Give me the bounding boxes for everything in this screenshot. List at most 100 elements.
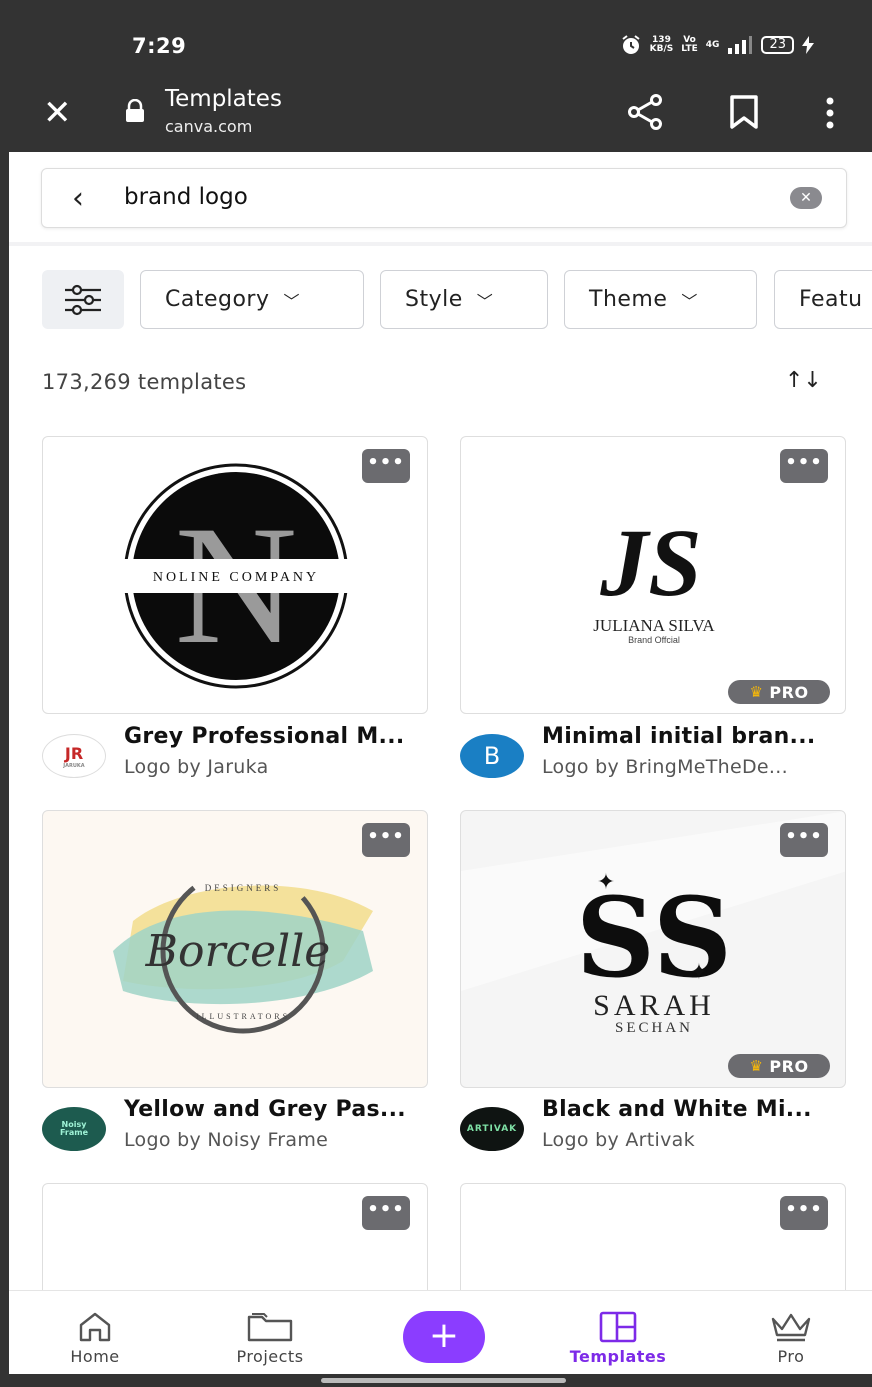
- filter-settings-button[interactable]: [42, 270, 124, 329]
- preview-top-text: DESIGNERS: [205, 883, 282, 893]
- app-screen: 7:29 139 KB/S Vo LTE 4G 23 ✕ Templates can…: [9, 0, 872, 1387]
- template-meta: Noisy Frame Yellow and Grey Pas... Logo …: [42, 1097, 428, 1155]
- sliders-icon: [65, 284, 101, 315]
- template-author[interactable]: Logo by Jaruka: [124, 756, 269, 778]
- sparkle-icon: ✦: [690, 960, 708, 985]
- pro-badge: ♛ PRO: [728, 680, 830, 704]
- avatar-text: JR: [64, 743, 84, 763]
- results-count: 173,269 templates: [42, 370, 247, 394]
- share-icon[interactable]: [625, 92, 665, 132]
- template-author[interactable]: Logo by Artivak: [542, 1129, 695, 1151]
- gesture-bar: [9, 1374, 872, 1387]
- nav-home[interactable]: Home: [55, 1291, 135, 1375]
- signal-type: 4G: [705, 39, 720, 50]
- page-title: Templates: [165, 86, 282, 112]
- template-meta: ARTIVAK Black and White Mi... Logo by Ar…: [460, 1097, 846, 1155]
- filter-style[interactable]: Style ﹀: [380, 270, 548, 329]
- preview-text: Borcelle: [145, 926, 331, 977]
- pro-label: PRO: [769, 682, 809, 702]
- nav-templates[interactable]: Templates: [563, 1291, 673, 1375]
- status-bar: 7:29 139 KB/S Vo LTE 4G 23: [9, 0, 872, 80]
- search-area: ‹ brand logo ✕: [9, 152, 872, 246]
- back-icon[interactable]: ‹: [72, 181, 84, 216]
- volte-bottom: LTE: [681, 44, 698, 54]
- filter-category-label: Category: [165, 287, 270, 312]
- create-design-button[interactable]: +: [403, 1311, 485, 1363]
- bookmark-icon[interactable]: [727, 94, 761, 130]
- crown-icon: ♛: [749, 1057, 764, 1075]
- browser-toolbar: ✕ Templates canva.com: [9, 80, 872, 152]
- preview-text: SARAH: [593, 989, 715, 1022]
- template-card[interactable]: DESIGNERS Borcelle ILLUSTRATORS •••: [42, 810, 428, 1088]
- template-title[interactable]: Yellow and Grey Pas...: [124, 1097, 406, 1122]
- author-avatar[interactable]: ARTIVAK: [460, 1107, 524, 1151]
- search-query[interactable]: brand logo: [124, 184, 248, 210]
- card-menu-button[interactable]: •••: [362, 823, 410, 857]
- chevron-down-icon: ﹀: [283, 291, 301, 311]
- template-author[interactable]: Logo by BringMeTheDe...: [542, 756, 788, 778]
- status-icons: 139 KB/S Vo LTE 4G 23: [620, 34, 814, 56]
- sparkle-icon: ✦: [597, 870, 615, 895]
- preview-letter: JS: [599, 509, 701, 616]
- template-meta: JR JARUKA Grey Professional M... Logo by …: [42, 724, 428, 782]
- pro-label: PRO: [769, 1056, 809, 1076]
- alarm-icon: [622, 35, 640, 54]
- preview-subtext: Brand Offcial: [628, 635, 680, 645]
- folder-icon: [247, 1313, 293, 1342]
- template-card[interactable]: SS ✦ ✦ SARAH SECHAN ••• ♛ PRO: [460, 810, 846, 1088]
- author-avatar[interactable]: Noisy Frame: [42, 1107, 106, 1151]
- templates-icon: [599, 1311, 637, 1343]
- card-menu-button[interactable]: •••: [780, 823, 828, 857]
- nav-home-label: Home: [70, 1347, 120, 1366]
- close-icon[interactable]: ✕: [43, 96, 72, 130]
- clear-search-icon[interactable]: ✕: [790, 187, 822, 209]
- filter-features[interactable]: Featu: [774, 270, 872, 329]
- template-card[interactable]: N NOLINE COMPANY •••: [42, 436, 428, 714]
- author-avatar[interactable]: B: [460, 734, 524, 778]
- card-menu-button[interactable]: •••: [362, 449, 410, 483]
- chevron-down-icon: ﹀: [681, 291, 698, 311]
- more-vertical-icon[interactable]: [817, 94, 843, 134]
- sort-icon[interactable]: ↑↓: [785, 368, 822, 393]
- nav-pro-label: Pro: [777, 1347, 805, 1366]
- preview-bottom-text: ILLUSTRATORS: [196, 1012, 290, 1021]
- crown-icon: [771, 1313, 811, 1342]
- nav-projects[interactable]: Projects: [225, 1291, 315, 1375]
- home-indicator[interactable]: [321, 1378, 566, 1383]
- template-meta: B Minimal initial bran... Logo by BringM…: [460, 724, 846, 782]
- bottom-navigation: Home Projects + Templates Pro: [9, 1290, 872, 1374]
- nav-templates-label: Templates: [569, 1347, 667, 1366]
- filter-category[interactable]: Category ﹀: [140, 270, 364, 329]
- preview-subtext: SECHAN: [615, 1020, 693, 1036]
- battery-level: 23: [761, 36, 794, 54]
- template-title[interactable]: Grey Professional M...: [124, 724, 405, 749]
- chevron-down-icon: ﹀: [476, 291, 494, 311]
- page-url: canva.com: [165, 117, 253, 136]
- volte-indicator: Vo LTE: [681, 36, 698, 54]
- signal-icon: [728, 36, 753, 54]
- search-input[interactable]: ‹ brand logo ✕: [41, 168, 847, 228]
- crown-icon: ♛: [749, 683, 764, 701]
- filter-theme[interactable]: Theme ﹀: [564, 270, 757, 329]
- author-avatar[interactable]: JR JARUKA: [42, 734, 106, 778]
- pro-badge: ♛ PRO: [728, 1054, 830, 1078]
- card-menu-button[interactable]: •••: [362, 1196, 410, 1230]
- template-author[interactable]: Logo by Noisy Frame: [124, 1129, 328, 1151]
- template-title[interactable]: Minimal initial bran...: [542, 724, 816, 749]
- template-title[interactable]: Black and White Mi...: [542, 1097, 812, 1122]
- filter-bar: Category ﹀ Style ﹀ Theme ﹀ Featu: [9, 270, 872, 330]
- avatar-subtext: JARUKA: [63, 762, 85, 769]
- card-menu-button[interactable]: •••: [780, 449, 828, 483]
- network-speed: 139 KB/S: [650, 36, 674, 54]
- nav-pro[interactable]: Pro: [761, 1291, 821, 1375]
- filter-features-label: Featu: [799, 287, 863, 312]
- home-icon: [79, 1312, 111, 1342]
- net-speed-unit: KB/S: [649, 44, 674, 54]
- charging-icon: [802, 36, 814, 54]
- card-menu-button[interactable]: •••: [780, 1196, 828, 1230]
- lock-icon: [126, 99, 144, 122]
- status-time: 7:29: [132, 34, 187, 58]
- template-card[interactable]: JS JULIANA SILVA Brand Offcial ••• ♛ PRO: [460, 436, 846, 714]
- preview-text: JULIANA SILVA: [593, 616, 715, 635]
- nav-projects-label: Projects: [236, 1347, 304, 1366]
